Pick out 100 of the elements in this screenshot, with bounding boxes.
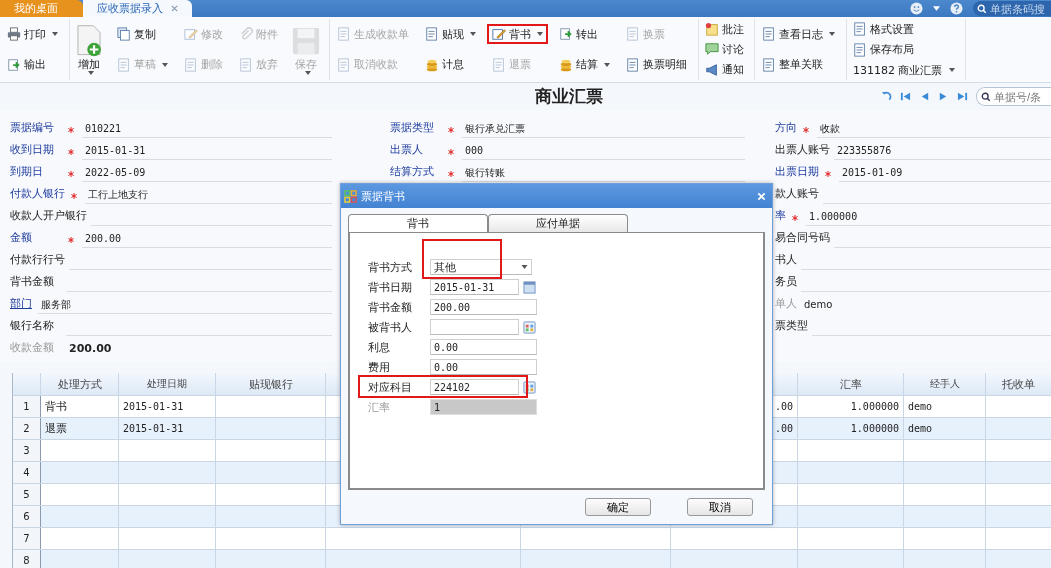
calendar-icon[interactable] (523, 280, 536, 294)
page-title: 商业汇票 (535, 85, 603, 108)
input-field[interactable]: 224102 (430, 379, 519, 395)
search-field[interactable]: 单据条码搜 (973, 1, 1051, 16)
document-icon (626, 57, 640, 72)
field-label: 票类型 (775, 318, 808, 334)
toolbar-button[interactable]: 保存布局 (849, 42, 959, 58)
table-cell: 退票 (45, 421, 67, 436)
form-field[interactable]: 1.000000 (806, 208, 1051, 226)
column-header[interactable]: 托收单 (1002, 376, 1035, 392)
toolbar-button[interactable]: 计息 (420, 54, 481, 75)
row-number: 1 (23, 401, 30, 412)
toolbar-button[interactable]: 格式设置 (849, 21, 959, 38)
document-icon (337, 57, 351, 72)
form-field[interactable]: 010221 (82, 120, 332, 138)
first-icon[interactable] (900, 91, 911, 102)
field-label[interactable]: 部门 (10, 296, 34, 314)
document-icon (425, 27, 439, 42)
required-icon (825, 171, 831, 177)
form-field[interactable]: 银行承兑汇票 (462, 120, 745, 138)
field-label: 收款金额 (10, 340, 55, 356)
toolbar-button[interactable]: 批注 (701, 21, 748, 38)
speech-bubble-icon (705, 42, 719, 57)
form-field[interactable]: 000 (462, 142, 745, 160)
paperclip-icon (239, 27, 253, 42)
last-icon[interactable] (957, 91, 968, 102)
field-label: 背书方式 (368, 259, 413, 275)
document-icon (853, 43, 867, 57)
toolbar-button[interactable]: 查看日志 (757, 24, 840, 45)
column-header[interactable]: 处理日期 (147, 377, 187, 391)
toolbar-button[interactable]: 转出 (554, 24, 615, 45)
refresh-icon[interactable] (881, 91, 892, 102)
tab[interactable]: 背书 (348, 214, 488, 232)
document-plus-icon (74, 24, 104, 58)
search-icon (977, 3, 987, 14)
column-header[interactable]: 贴现银行 (248, 376, 293, 392)
field-label: 汇率 (368, 399, 391, 415)
dropdown[interactable]: 其他 (430, 259, 532, 275)
required-icon (448, 149, 454, 155)
toolbar-button[interactable]: 通知 (701, 61, 748, 78)
next-icon[interactable] (938, 91, 949, 102)
tab[interactable]: 应付单据 (488, 214, 628, 232)
input-field[interactable]: 0.00 (430, 359, 537, 375)
row-number: 7 (23, 533, 30, 544)
input-field[interactable]: 200.00 (430, 299, 537, 315)
toolbar-button[interactable]: 复制 (112, 24, 173, 45)
input-field[interactable] (430, 319, 519, 335)
toolbar-button[interactable]: 打印 (2, 24, 63, 45)
field-label: 被背书人 (368, 319, 413, 335)
input-field[interactable]: 0.00 (430, 339, 537, 355)
toolbar-button[interactable]: 结算 (554, 54, 615, 75)
form-field[interactable]: 2015-01-09 (839, 164, 1051, 182)
required-icon (68, 127, 74, 133)
form-field[interactable]: 2022-05-09 (82, 164, 332, 182)
tab[interactable]: 应收票据录入 (83, 0, 192, 17)
previous-icon[interactable] (919, 91, 930, 102)
copy-icon (117, 27, 131, 42)
document-icon (239, 57, 253, 72)
field-label: 率 (775, 208, 786, 224)
field-label: 结算方式 (390, 164, 435, 180)
toolbar-button[interactable]: 增加 (72, 24, 106, 75)
document-icon (337, 27, 351, 42)
printer-icon (7, 27, 21, 42)
dialog-button[interactable]: 取消 (687, 498, 753, 516)
table-cell: 2015-01-31 (123, 401, 184, 412)
lookup-icon[interactable] (523, 380, 536, 394)
toolbar-button[interactable]: 输出 (2, 54, 63, 75)
toolbar-button[interactable]: 整单关联 (757, 54, 840, 75)
form-field[interactable]: 223355876 (834, 142, 1051, 160)
table-cell: demo (908, 423, 933, 434)
column-header[interactable]: 处理方式 (57, 376, 102, 392)
smiley-icon[interactable] (910, 2, 923, 15)
column-header[interactable]: 汇率 (839, 376, 862, 392)
form-field[interactable]: 200.00 (82, 230, 332, 248)
caret-icon[interactable] (933, 6, 940, 11)
field-label: 背书日期 (368, 279, 413, 295)
required-icon (71, 193, 77, 199)
sticky-note-icon (705, 22, 719, 37)
input-field[interactable]: 2015-01-31 (430, 279, 519, 295)
toolbar-button[interactable]: 131182 商业汇票 (849, 62, 959, 78)
help-icon[interactable] (950, 2, 963, 15)
search-field[interactable]: 单据号/条 (976, 87, 1051, 106)
dialog-button[interactable]: 确定 (585, 498, 651, 516)
document-icon (492, 57, 506, 72)
form-field[interactable]: 银行转账 (462, 164, 745, 182)
form-field[interactable]: 收款 (817, 120, 1051, 138)
toolbar-button[interactable]: 背书 (487, 24, 548, 45)
coins-icon (425, 57, 439, 72)
form-field[interactable]: 服务部 (38, 296, 332, 314)
form-field[interactable]: 2015-01-31 (82, 142, 332, 160)
close-icon[interactable] (171, 5, 178, 12)
toolbar-button[interactable]: 换票明细 (621, 54, 692, 75)
input-field: 1 (430, 399, 537, 415)
field-label: 利息 (368, 339, 391, 355)
form-field[interactable]: 工行上地支行 (85, 186, 332, 204)
toolbar-button[interactable]: 贴现 (420, 24, 481, 45)
column-header[interactable]: 经手人 (929, 377, 960, 391)
toolbar-button[interactable]: 讨论 (701, 41, 748, 58)
lookup-icon[interactable] (523, 320, 536, 334)
row-number: 6 (23, 511, 30, 522)
